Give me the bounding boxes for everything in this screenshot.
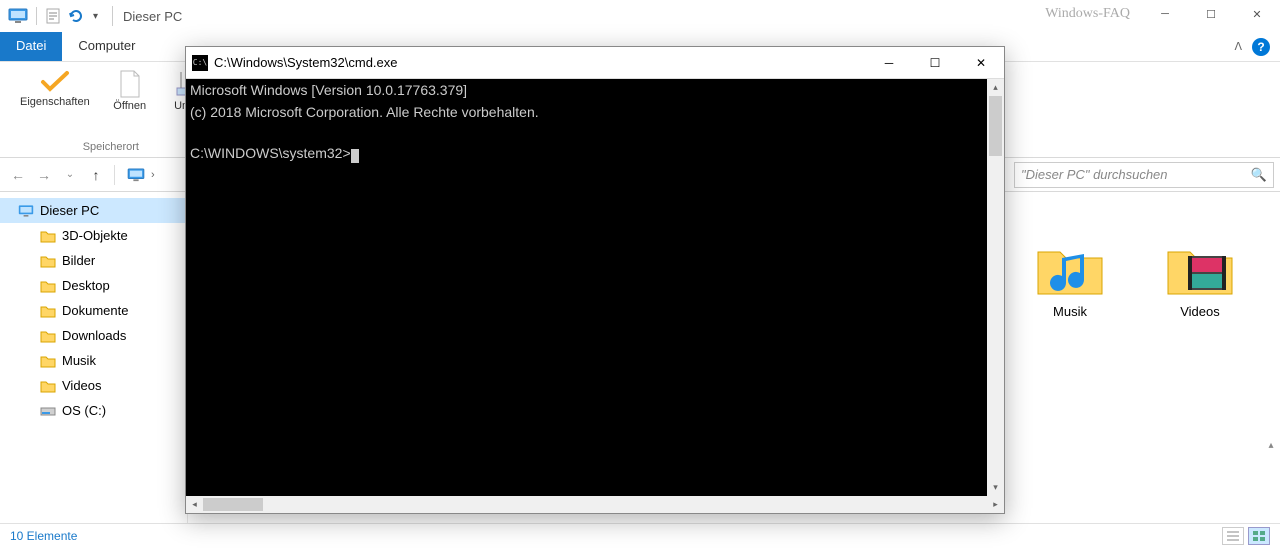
tab-computer[interactable]: Computer (62, 32, 151, 61)
sidebar-label: Downloads (62, 328, 126, 343)
cmd-window: C:\ C:\Windows\System32\cmd.exe ─ ☐ ✕ Mi… (185, 46, 1005, 514)
breadcrumb-chevron-icon[interactable]: › (151, 169, 155, 181)
cmd-prompt: C:\WINDOWS\system32> (190, 145, 351, 161)
cmd-horizontal-scrollbar[interactable]: ◂ ▸ (186, 496, 1004, 513)
folder-icon (40, 354, 56, 368)
minimize-button[interactable]: ─ (1142, 0, 1188, 28)
folder-icon (40, 329, 56, 343)
sidebar-label: Dokumente (62, 303, 128, 318)
search-input[interactable]: "Dieser PC" durchsuchen 🔍 (1014, 162, 1274, 188)
nav-up[interactable]: ↑ (84, 163, 108, 187)
sidebar-item-downloads[interactable]: Downloads (0, 323, 187, 348)
help-icon[interactable]: ? (1252, 38, 1270, 56)
sidebar-item-this-pc[interactable]: Dieser PC (0, 198, 187, 223)
properties-qa-icon[interactable] (45, 7, 63, 25)
undo-icon[interactable] (67, 7, 85, 25)
cmd-line: (c) 2018 Microsoft Corporation. Alle Rec… (190, 104, 539, 120)
separator (112, 6, 113, 26)
sidebar-label: Desktop (62, 278, 110, 293)
folder-icon (40, 304, 56, 318)
sidebar-label: Musik (62, 353, 96, 368)
folder-label: Musik (1053, 304, 1087, 319)
cmd-window-title: C:\Windows\System32\cmd.exe (214, 55, 398, 70)
nav-forward[interactable]: → (32, 163, 56, 187)
view-details-button[interactable] (1222, 527, 1244, 545)
folder-icon (40, 379, 56, 393)
sidebar-item-os-c[interactable]: OS (C:) (0, 398, 187, 423)
scroll-left-arrow[interactable]: ◂ (186, 496, 203, 513)
sidebar-label: Videos (62, 378, 102, 393)
search-placeholder: "Dieser PC" durchsuchen (1021, 167, 1168, 182)
status-bar: 10 Elemente (0, 523, 1280, 547)
this-pc-icon (18, 204, 34, 218)
properties-button[interactable]: Eigenschaften (16, 66, 94, 112)
sidebar-item-3d-objects[interactable]: 3D-Objekte (0, 223, 187, 248)
sidebar-item-pictures[interactable]: Bilder (0, 248, 187, 273)
sidebar-label: Dieser PC (40, 203, 99, 218)
cmd-minimize-button[interactable]: ─ (866, 48, 912, 78)
nav-back[interactable]: ← (6, 163, 30, 187)
folder-music[interactable]: Musik (1020, 242, 1120, 319)
sidebar-item-videos[interactable]: Videos (0, 373, 187, 398)
scroll-thumb[interactable] (203, 498, 263, 511)
window-controls: ─ ☐ ✕ (1142, 0, 1280, 28)
maximize-button[interactable]: ☐ (1188, 0, 1234, 28)
this-pc-icon (127, 168, 145, 182)
scroll-down-arrow[interactable]: ▾ (987, 479, 1004, 496)
drive-icon (40, 404, 56, 418)
open-button[interactable]: Öffnen (100, 66, 160, 116)
nav-tree: Dieser PC 3D-Objekte Bilder Desktop Doku… (0, 192, 188, 523)
checkmark-icon (39, 70, 71, 94)
music-folder-icon (1034, 242, 1106, 298)
sidebar-label: Bilder (62, 253, 95, 268)
separator (36, 7, 37, 25)
scroll-up-icon[interactable]: ▴ (1264, 438, 1278, 452)
sidebar-item-documents[interactable]: Dokumente (0, 298, 187, 323)
sidebar-item-music[interactable]: Musik (0, 348, 187, 373)
folder-videos[interactable]: Videos (1150, 242, 1250, 319)
document-icon (118, 70, 142, 98)
explorer-titlebar: ▾ Dieser PC Windows-FAQ ─ ☐ ✕ (0, 0, 1280, 32)
sidebar-label: 3D-Objekte (62, 228, 128, 243)
scroll-right-arrow[interactable]: ▸ (987, 496, 1004, 513)
ribbon-group-location: Eigenschaften Öffnen Umb Speicherort (8, 66, 215, 153)
sidebar-label: OS (C:) (62, 403, 106, 418)
cmd-maximize-button[interactable]: ☐ (912, 48, 958, 78)
grid-icon (1253, 531, 1265, 541)
folder-icon (40, 229, 56, 243)
folder-icon (40, 279, 56, 293)
ribbon-collapse-icon[interactable]: ᐱ (1234, 40, 1242, 53)
scroll-up-arrow[interactable]: ▴ (987, 79, 1004, 96)
quick-access-toolbar: ▾ (8, 7, 102, 25)
list-icon (1227, 531, 1239, 541)
qa-customize-dropdown[interactable]: ▾ (89, 11, 102, 22)
videos-folder-icon (1164, 242, 1236, 298)
nav-recent-dropdown[interactable]: ⌄ (58, 163, 82, 187)
watermark-text: Windows-FAQ (1045, 6, 1130, 22)
cmd-vertical-scrollbar[interactable]: ▴ ▾ (987, 79, 1004, 496)
cmd-cursor (351, 149, 359, 163)
scroll-thumb[interactable] (989, 96, 1002, 156)
this-pc-icon (8, 8, 28, 24)
status-item-count: 10 Elemente (10, 529, 77, 543)
folder-icon (40, 254, 56, 268)
cmd-close-button[interactable]: ✕ (958, 48, 1004, 78)
search-icon[interactable]: 🔍 (1251, 167, 1267, 183)
close-button[interactable]: ✕ (1234, 0, 1280, 28)
cmd-line: Microsoft Windows [Version 10.0.17763.37… (190, 82, 467, 98)
cmd-terminal-output[interactable]: Microsoft Windows [Version 10.0.17763.37… (186, 79, 987, 496)
window-title: Dieser PC (123, 9, 182, 24)
cmd-icon: C:\ (192, 55, 208, 71)
tab-file[interactable]: Datei (0, 32, 62, 61)
view-large-icons-button[interactable] (1248, 527, 1270, 545)
cmd-titlebar[interactable]: C:\ C:\Windows\System32\cmd.exe ─ ☐ ✕ (186, 47, 1004, 79)
ribbon-group-label: Speicherort (83, 139, 139, 153)
sidebar-item-desktop[interactable]: Desktop (0, 273, 187, 298)
folder-label: Videos (1180, 304, 1220, 319)
